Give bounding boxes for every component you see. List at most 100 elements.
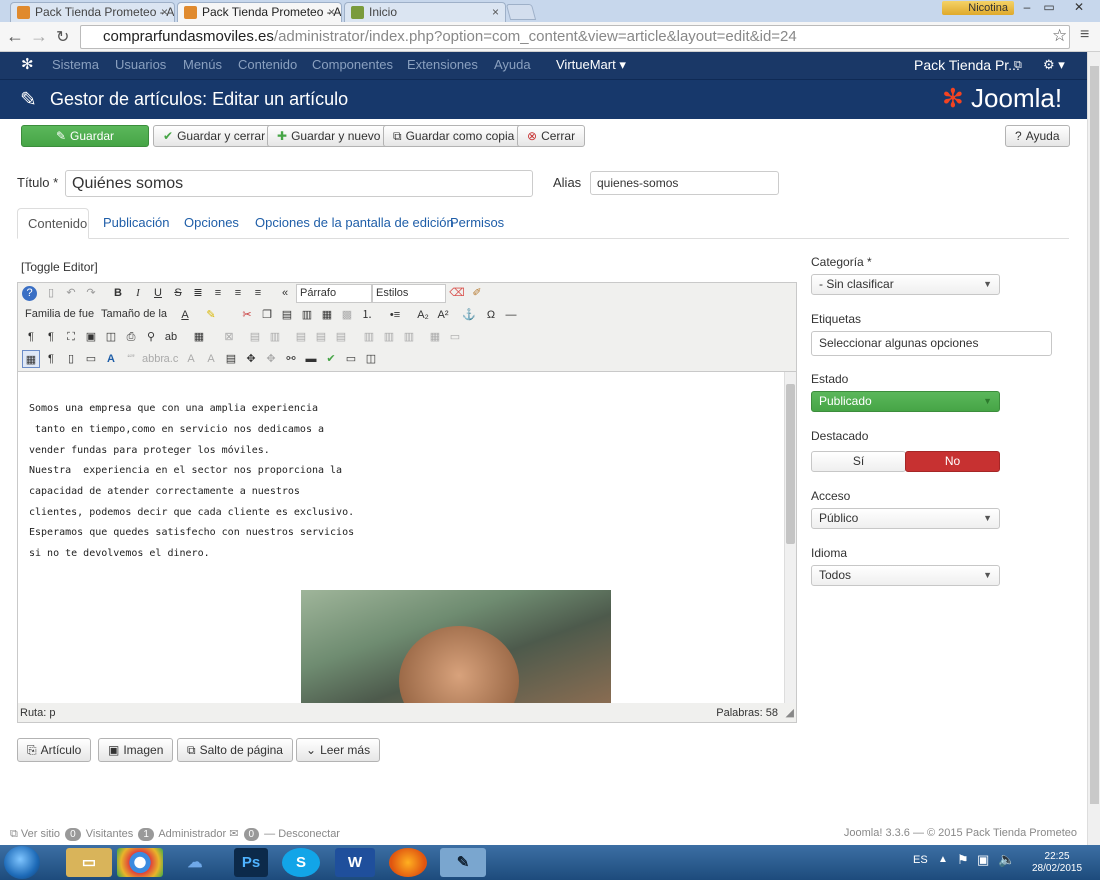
- explorer-taskbar-icon[interactable]: ▭: [66, 848, 112, 877]
- cut-icon[interactable]: ✂: [238, 306, 256, 324]
- layer-icon[interactable]: ✥: [242, 350, 260, 368]
- undo-icon[interactable]: ↶: [62, 284, 80, 302]
- italic-icon[interactable]: I: [129, 284, 147, 302]
- editor-scrollbar[interactable]: [784, 372, 796, 703]
- abbr-icon[interactable]: abbr: [142, 350, 164, 368]
- menu-usuarios[interactable]: Usuarios: [115, 57, 166, 72]
- cite-icon[interactable]: “”: [122, 350, 140, 368]
- clean-brush-icon[interactable]: ✐: [468, 284, 486, 302]
- tab-opciones[interactable]: Opciones: [174, 208, 249, 239]
- network-icon[interactable]: ▣: [977, 852, 989, 868]
- fullscreen-icon[interactable]: ⛶: [62, 328, 80, 346]
- align-justify-icon[interactable]: ≣: [189, 284, 207, 302]
- firefox-taskbar-icon[interactable]: [389, 848, 427, 877]
- numbered-list-icon[interactable]: ⒈: [358, 306, 376, 324]
- media-icon[interactable]: ▬: [302, 350, 320, 368]
- paint-taskbar-icon[interactable]: ✎: [440, 848, 486, 877]
- toggle-editor-link[interactable]: [Toggle Editor]: [21, 260, 98, 274]
- menu-ayuda[interactable]: Ayuda: [494, 57, 531, 72]
- underline-icon[interactable]: U: [149, 284, 167, 302]
- chrome-taskbar-icon[interactable]: [117, 848, 163, 877]
- forward-arrow-icon[interactable]: →: [30, 26, 48, 47]
- page-scrollbar[interactable]: [1087, 52, 1100, 845]
- menu-extensiones[interactable]: Extensiones: [407, 57, 478, 72]
- spellcheck-icon[interactable]: ✔: [322, 350, 340, 368]
- tab-permisos[interactable]: Permisos: [440, 208, 514, 239]
- bookmark-star-icon[interactable]: ☆: [1052, 26, 1067, 46]
- system-clock[interactable]: 22:25 28/02/2015: [1032, 851, 1082, 875]
- flag-icon[interactable]: ⚑: [957, 852, 969, 868]
- del-icon[interactable]: A: [182, 350, 200, 368]
- template-icon[interactable]: ▣: [82, 328, 100, 346]
- split-cells-icon[interactable]: ▦: [426, 328, 444, 346]
- format-select[interactable]: Párrafo: [296, 284, 372, 303]
- font-size-select[interactable]: Tamaño de la: [98, 306, 174, 325]
- editor-content-area[interactable]: Somos una empresa que con una amplia exp…: [18, 371, 796, 703]
- pagebreak-icon[interactable]: ◫: [362, 350, 380, 368]
- table-icon[interactable]: ▦: [190, 328, 208, 346]
- help-icon[interactable]: ?: [22, 286, 37, 301]
- language-select[interactable]: Todos ▼: [811, 565, 1000, 586]
- superscript-icon[interactable]: A²: [434, 306, 452, 324]
- insert-image-button[interactable]: ▣ Imagen: [98, 738, 174, 762]
- cell-props-icon[interactable]: ▥: [266, 328, 284, 346]
- browser-menu-icon[interactable]: ≡: [1080, 26, 1089, 44]
- bold-icon[interactable]: B: [109, 284, 127, 302]
- alias-input[interactable]: quienes-somos: [590, 171, 779, 195]
- maximize-button[interactable]: ▭: [1038, 0, 1060, 16]
- external-link-icon[interactable]: ⧉: [1014, 59, 1022, 72]
- attributes-icon[interactable]: ▤: [222, 350, 240, 368]
- editor-scroll-thumb[interactable]: [786, 384, 795, 544]
- insert-file-icon[interactable]: ▯: [62, 350, 80, 368]
- featured-no-button[interactable]: No: [905, 451, 1000, 472]
- bullet-list-icon[interactable]: •≡: [386, 306, 404, 324]
- anchor-icon[interactable]: ⚓: [460, 306, 478, 324]
- text-color-icon[interactable]: A: [176, 306, 194, 324]
- save-close-button[interactable]: ✔ Guardar y cerrar: [153, 125, 276, 147]
- page-scroll-thumb[interactable]: [1090, 66, 1099, 804]
- paragraph-ltr-icon[interactable]: ¶: [22, 328, 40, 346]
- strikethrough-icon[interactable]: S: [169, 284, 187, 302]
- tray-expand-icon[interactable]: ▲: [938, 854, 948, 865]
- close-tab-icon[interactable]: ×: [161, 3, 168, 21]
- menu-menus[interactable]: Menús: [183, 57, 222, 72]
- browser-tab-2[interactable]: Pack Tienda Prometeo - A ×: [177, 2, 342, 22]
- replace-icon[interactable]: ab: [162, 328, 180, 346]
- select-all-icon[interactable]: ▩: [338, 306, 356, 324]
- styleprops-icon[interactable]: A: [102, 350, 120, 368]
- delete-row-icon[interactable]: ▤: [332, 328, 350, 346]
- visual-aid-icon[interactable]: ▦: [22, 350, 40, 368]
- delete-col-icon[interactable]: ▥: [400, 328, 418, 346]
- insert-col-after-icon[interactable]: ▥: [380, 328, 398, 346]
- source-code-icon[interactable]: ◫: [102, 328, 120, 346]
- insert-article-button[interactable]: ⎘ Artículo: [17, 738, 92, 762]
- read-more-button[interactable]: ⌄ Leer más: [296, 738, 381, 762]
- insert-row-icon[interactable]: ▤: [292, 328, 310, 346]
- new-document-icon[interactable]: ▯: [42, 284, 60, 302]
- browser-tab-3[interactable]: Inicio ×: [344, 2, 506, 22]
- merge-cells-icon[interactable]: ▭: [446, 328, 464, 346]
- row-props-icon[interactable]: ▤: [246, 328, 264, 346]
- word-taskbar-icon[interactable]: W: [335, 848, 375, 877]
- menu-componentes[interactable]: Componentes: [312, 57, 393, 72]
- close-tab-icon[interactable]: ×: [492, 3, 499, 21]
- minimize-button[interactable]: –: [1016, 0, 1038, 16]
- skype-taskbar-icon[interactable]: S: [282, 848, 320, 877]
- insert-row-after-icon[interactable]: ▤: [312, 328, 330, 346]
- volume-icon[interactable]: 🔈: [998, 851, 1015, 868]
- paste-word-icon[interactable]: ▥: [298, 306, 316, 324]
- resize-handle-icon[interactable]: ◢: [786, 704, 794, 722]
- close-tab-icon[interactable]: ×: [328, 3, 335, 21]
- save-button[interactable]: ✎ Guardar: [21, 125, 149, 147]
- back-arrow-icon[interactable]: ←: [6, 26, 24, 47]
- paste-text-icon[interactable]: ▦: [318, 306, 336, 324]
- delete-table-icon[interactable]: ⊠: [220, 328, 238, 346]
- insert-col-icon[interactable]: ▥: [360, 328, 378, 346]
- highlight-icon[interactable]: ✎: [202, 306, 220, 324]
- cloud-taskbar-icon[interactable]: ☁: [172, 848, 218, 877]
- browser-tab-1[interactable]: Pack Tienda Prometeo - A ×: [10, 2, 175, 22]
- tab-contenido[interactable]: Contenido: [17, 208, 89, 239]
- align-right-icon[interactable]: ≡: [249, 284, 267, 302]
- eraser-icon[interactable]: ⌫: [448, 284, 466, 302]
- print-icon[interactable]: ⎙: [122, 328, 140, 346]
